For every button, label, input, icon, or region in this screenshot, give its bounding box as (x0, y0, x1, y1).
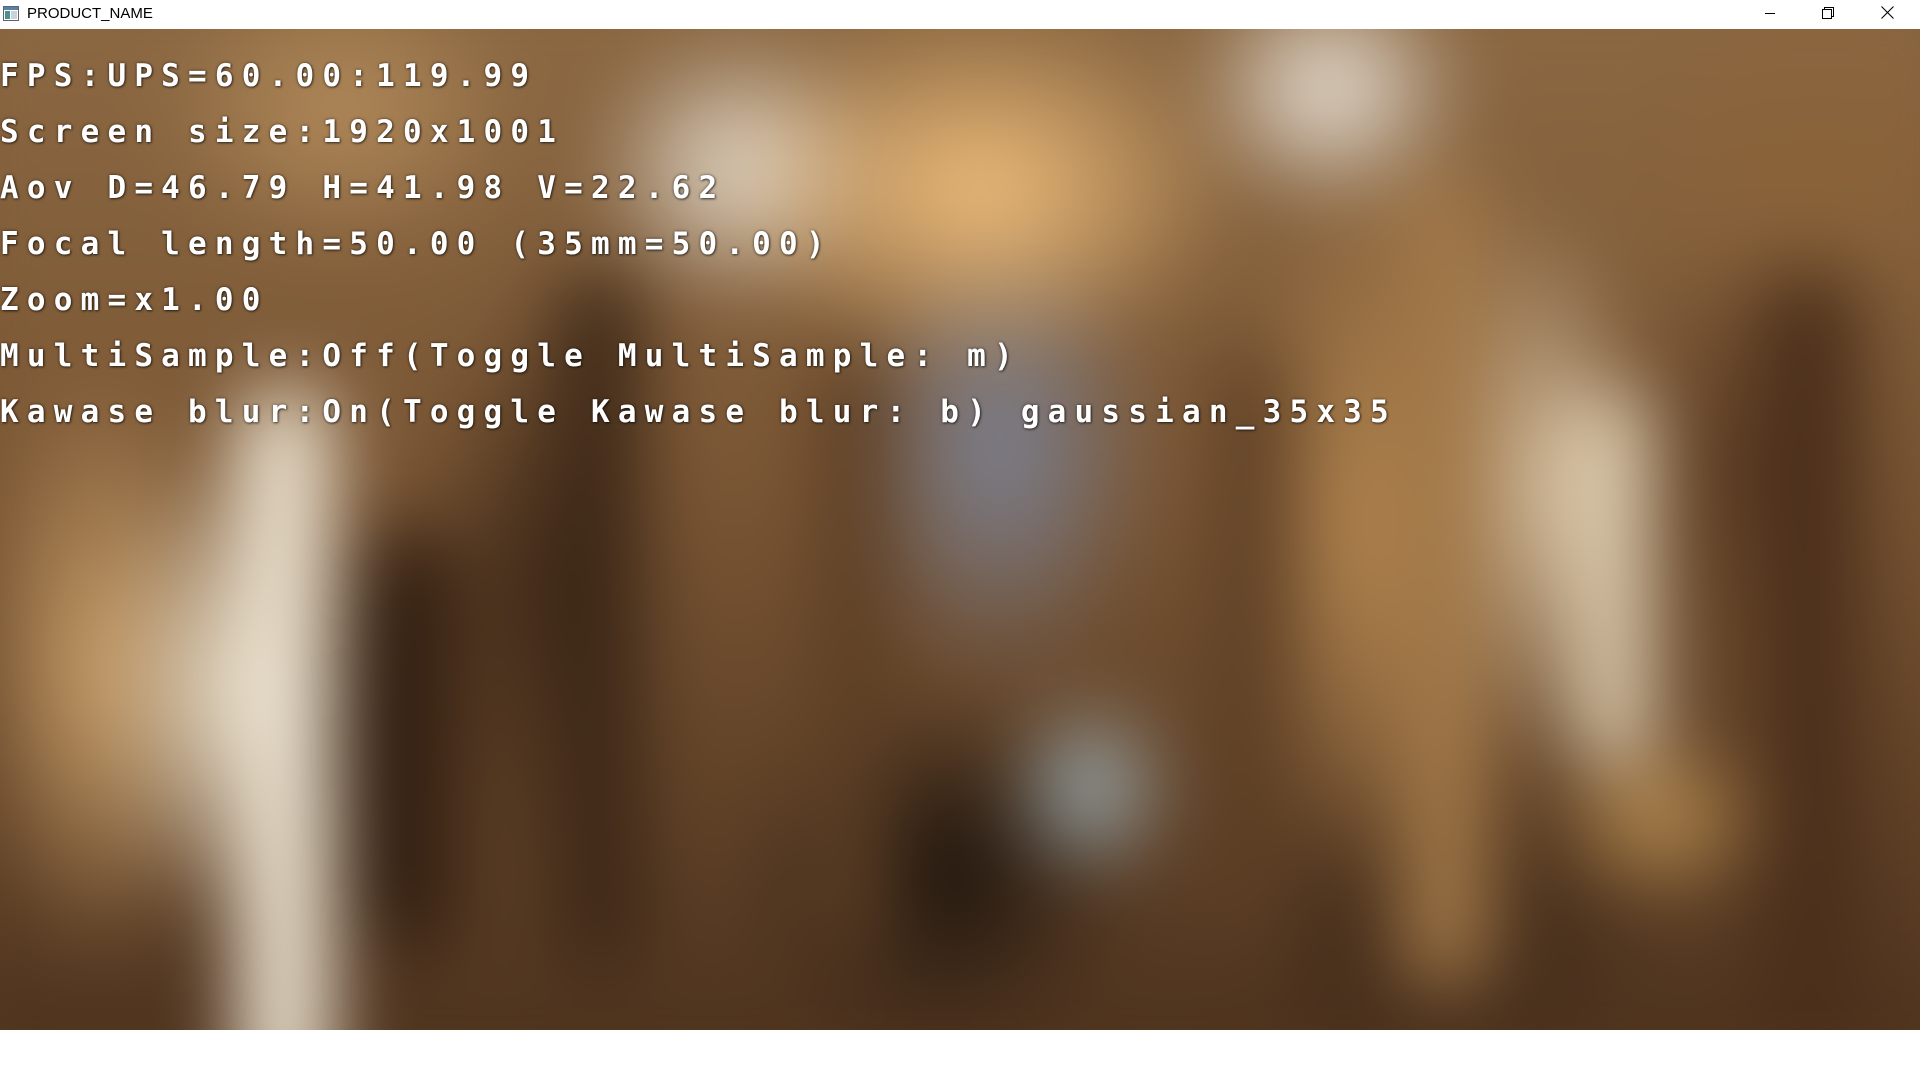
close-icon (1880, 5, 1894, 24)
minimize-icon (1764, 6, 1776, 24)
close-button[interactable] (1858, 0, 1916, 29)
kawase-blur-status: Kawase blur:On(Toggle Kawase blur: b) ga… (0, 394, 1397, 430)
focal-length-readout: Focal length=50.00 (35mm=50.00) (0, 226, 833, 262)
render-viewport[interactable]: FPS:UPS=60.00:119.99 Screen size:1920x10… (0, 29, 1920, 1030)
window-title: PRODUCT_NAME (27, 5, 153, 22)
title-bar[interactable]: PRODUCT_NAME (0, 0, 1920, 29)
restore-button[interactable] (1799, 0, 1857, 29)
application-window: PRODUCT_NAME FPS:UPS=60.00:119.99 Screen… (0, 0, 1920, 1080)
multisample-status: MultiSample:Off(Toggle MultiSample: m) (0, 338, 1021, 374)
fps-ups-readout: FPS:UPS=60.00:119.99 (0, 58, 538, 94)
zoom-readout: Zoom=x1.00 (0, 282, 269, 318)
minimize-button[interactable] (1741, 0, 1799, 29)
app-window-icon (3, 6, 19, 21)
restore-icon (1822, 6, 1834, 24)
screen-size-readout: Screen size:1920x1001 (0, 114, 565, 150)
angle-of-view-readout: Aov D=46.79 H=41.98 V=22.62 (0, 170, 726, 206)
